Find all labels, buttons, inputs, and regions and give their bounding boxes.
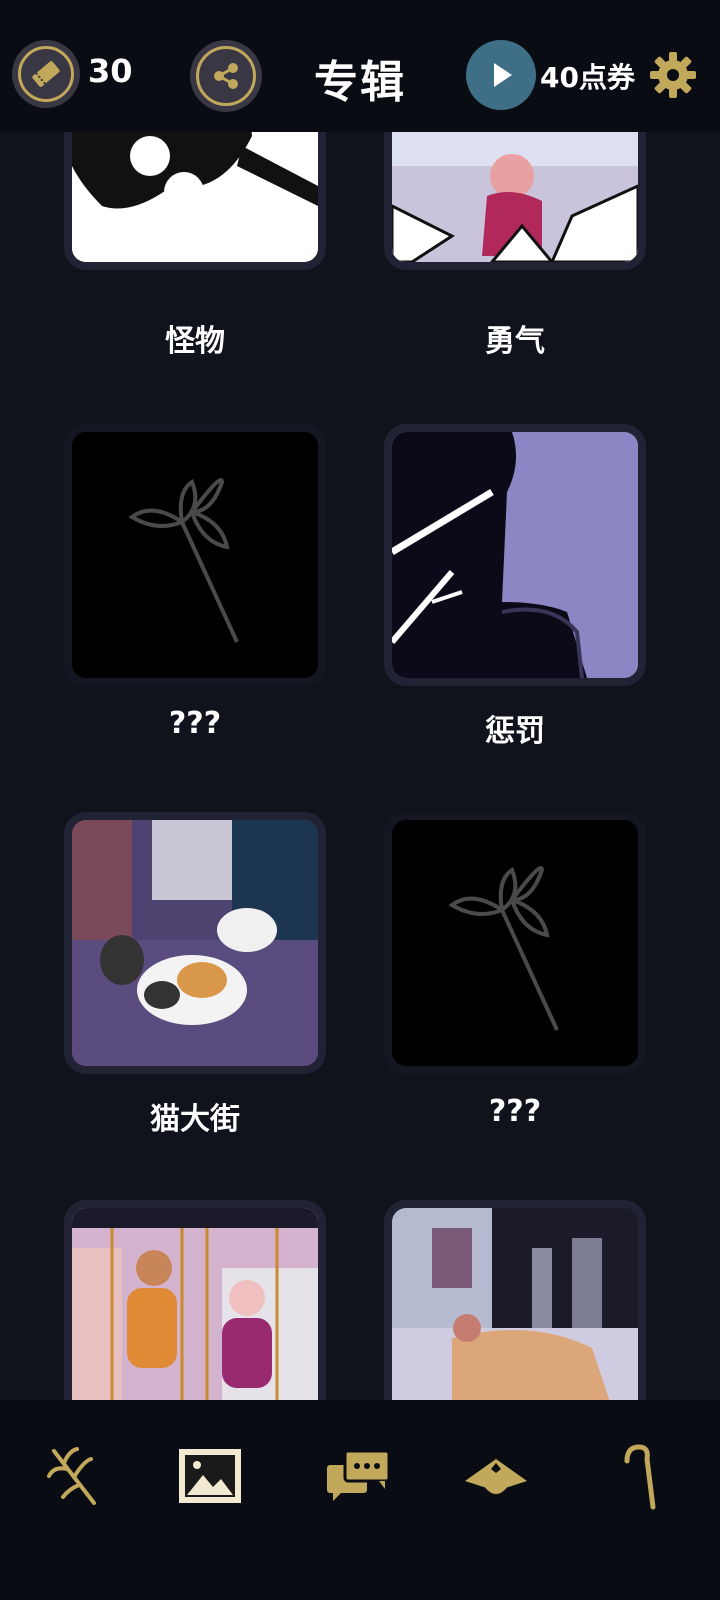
nav-cane[interactable] <box>596 1436 676 1516</box>
album-card[interactable] <box>64 1200 326 1400</box>
locked-flower-icon <box>392 820 638 1066</box>
watch-ad-button[interactable] <box>466 40 536 110</box>
ticket-count: 30 <box>88 52 133 90</box>
album-label: ??? <box>488 1094 542 1129</box>
album-art-swing <box>72 1208 318 1400</box>
album-card-locked[interactable] <box>384 812 646 1074</box>
play-icon <box>494 63 512 87</box>
album-label: 猫大街 <box>150 1102 240 1137</box>
page-title: 专辑 <box>314 57 406 108</box>
top-bar: 30 专辑 40点券 <box>0 0 720 132</box>
album-card[interactable] <box>384 1200 646 1400</box>
rice-hat-icon <box>465 1459 527 1494</box>
album-art-courage <box>392 132 638 262</box>
album-card-courage[interactable] <box>384 132 646 270</box>
album-card-monster[interactable] <box>64 132 326 270</box>
chat-icon <box>327 1449 391 1501</box>
nav-gallery[interactable] <box>170 1436 250 1516</box>
coupon-balance: 40点券 <box>540 61 635 94</box>
album-label: ??? <box>168 706 222 741</box>
album-art-bedroom <box>392 1208 638 1400</box>
album-card-locked[interactable] <box>64 424 326 686</box>
nav-flowers[interactable] <box>34 1436 114 1516</box>
share-icon <box>214 63 238 89</box>
bottom-nav <box>0 1400 720 1600</box>
album-art-cat-street <box>72 820 318 1066</box>
album-art-monster <box>72 132 318 262</box>
nav-hat[interactable] <box>456 1436 536 1516</box>
flower-branch-icon <box>47 1447 96 1505</box>
cane-icon <box>624 1444 656 1510</box>
album-label: 勇气 <box>485 324 545 359</box>
album-label: 怪物 <box>165 324 225 359</box>
nav-messages[interactable] <box>318 1436 398 1516</box>
ticket-button[interactable] <box>12 40 80 108</box>
album-card-punishment[interactable] <box>384 424 646 686</box>
album-label: 惩罚 <box>485 714 545 749</box>
locked-flower-icon <box>72 432 318 678</box>
gallery-icon <box>179 1449 241 1503</box>
gear-icon[interactable] <box>648 50 698 100</box>
album-grid: 怪物 勇气 ??? 惩罚 猫大街 ??? <box>0 132 720 1400</box>
share-button[interactable] <box>190 40 262 112</box>
album-art-punishment <box>392 432 638 678</box>
ticket-icon <box>32 61 60 87</box>
album-card-cat-street[interactable] <box>64 812 326 1074</box>
